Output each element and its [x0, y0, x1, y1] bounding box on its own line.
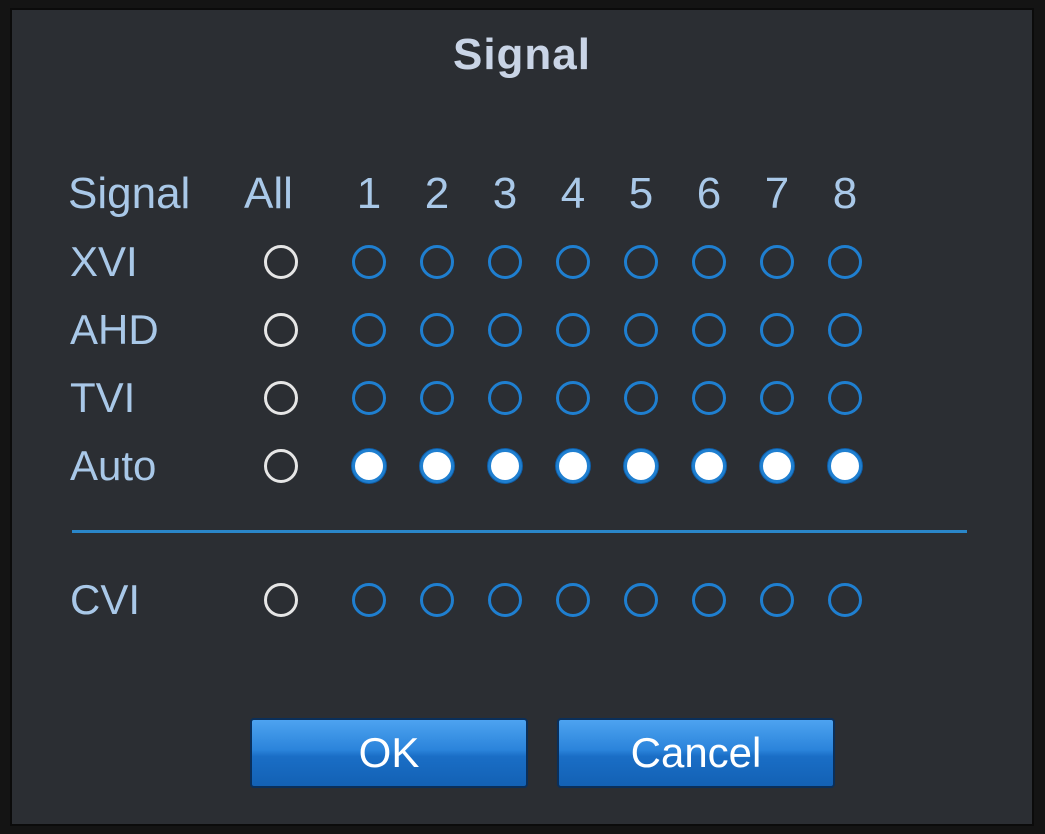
dialog-title: Signal [452, 30, 592, 79]
radio-ahd-ch3[interactable] [488, 313, 522, 347]
radio-auto-ch7[interactable] [760, 449, 794, 483]
radio-all-ahd[interactable] [264, 313, 298, 347]
radio-auto-ch1[interactable] [352, 449, 386, 483]
radio-cvi-ch1[interactable] [352, 583, 386, 617]
radio-xvi-ch1[interactable] [352, 245, 386, 279]
radio-xvi-ch8[interactable] [828, 245, 862, 279]
radio-xvi-ch3[interactable] [488, 245, 522, 279]
radio-auto-ch2[interactable] [420, 449, 454, 483]
radio-all-cvi[interactable] [264, 583, 298, 617]
cancel-button[interactable]: Cancel [557, 718, 835, 788]
radio-all-tvi[interactable] [264, 381, 298, 415]
radio-cvi-ch7[interactable] [760, 583, 794, 617]
radio-auto-ch4[interactable] [556, 449, 590, 483]
radio-cvi-ch5[interactable] [624, 583, 658, 617]
header-channel-2: 2 [424, 169, 450, 218]
radio-xvi-ch2[interactable] [420, 245, 454, 279]
header-channel-3: 3 [492, 169, 518, 218]
radio-xvi-ch4[interactable] [556, 245, 590, 279]
radio-tvi-ch8[interactable] [828, 381, 862, 415]
radio-ahd-ch7[interactable] [760, 313, 794, 347]
radio-tvi-ch7[interactable] [760, 381, 794, 415]
radio-xvi-ch7[interactable] [760, 245, 794, 279]
header-channel-1: 1 [356, 169, 382, 218]
header-channel-6: 6 [696, 169, 722, 218]
radio-cvi-ch2[interactable] [420, 583, 454, 617]
radio-auto-ch3[interactable] [488, 449, 522, 483]
header-signal-label: Signal [68, 169, 191, 218]
row-label: TVI [70, 374, 136, 421]
radio-ahd-ch8[interactable] [828, 313, 862, 347]
row-label: XVI [70, 238, 138, 285]
radio-cvi-ch6[interactable] [692, 583, 726, 617]
radio-xvi-ch6[interactable] [692, 245, 726, 279]
radio-ahd-ch4[interactable] [556, 313, 590, 347]
radio-tvi-ch5[interactable] [624, 381, 658, 415]
divider [72, 530, 967, 533]
radio-ahd-ch5[interactable] [624, 313, 658, 347]
radio-cvi-ch8[interactable] [828, 583, 862, 617]
radio-auto-ch6[interactable] [692, 449, 726, 483]
radio-tvi-ch1[interactable] [352, 381, 386, 415]
header-channel-7: 7 [764, 169, 790, 218]
header-channel-8: 8 [832, 169, 858, 218]
row-label: AHD [70, 306, 159, 353]
radio-ahd-ch1[interactable] [352, 313, 386, 347]
radio-auto-ch8[interactable] [828, 449, 862, 483]
radio-ahd-ch6[interactable] [692, 313, 726, 347]
row-label: Auto [70, 442, 157, 489]
header-channel-5: 5 [628, 169, 654, 218]
signal-dialog: Signal Signal All 1 2 3 4 5 6 7 8 XVI AHD… [10, 8, 1034, 826]
radio-auto-ch5[interactable] [624, 449, 658, 483]
radio-cvi-ch3[interactable] [488, 583, 522, 617]
radio-tvi-ch2[interactable] [420, 381, 454, 415]
radio-tvi-ch6[interactable] [692, 381, 726, 415]
radio-all-xvi[interactable] [264, 245, 298, 279]
radio-xvi-ch5[interactable] [624, 245, 658, 279]
radio-cvi-ch4[interactable] [556, 583, 590, 617]
radio-ahd-ch2[interactable] [420, 313, 454, 347]
header-channel-4: 4 [560, 169, 586, 218]
header-all-label: All [244, 169, 293, 218]
radio-tvi-ch3[interactable] [488, 381, 522, 415]
ok-button[interactable]: OK [250, 718, 528, 788]
radio-tvi-ch4[interactable] [556, 381, 590, 415]
radio-all-auto[interactable] [264, 449, 298, 483]
row-label: CVI [70, 576, 141, 623]
